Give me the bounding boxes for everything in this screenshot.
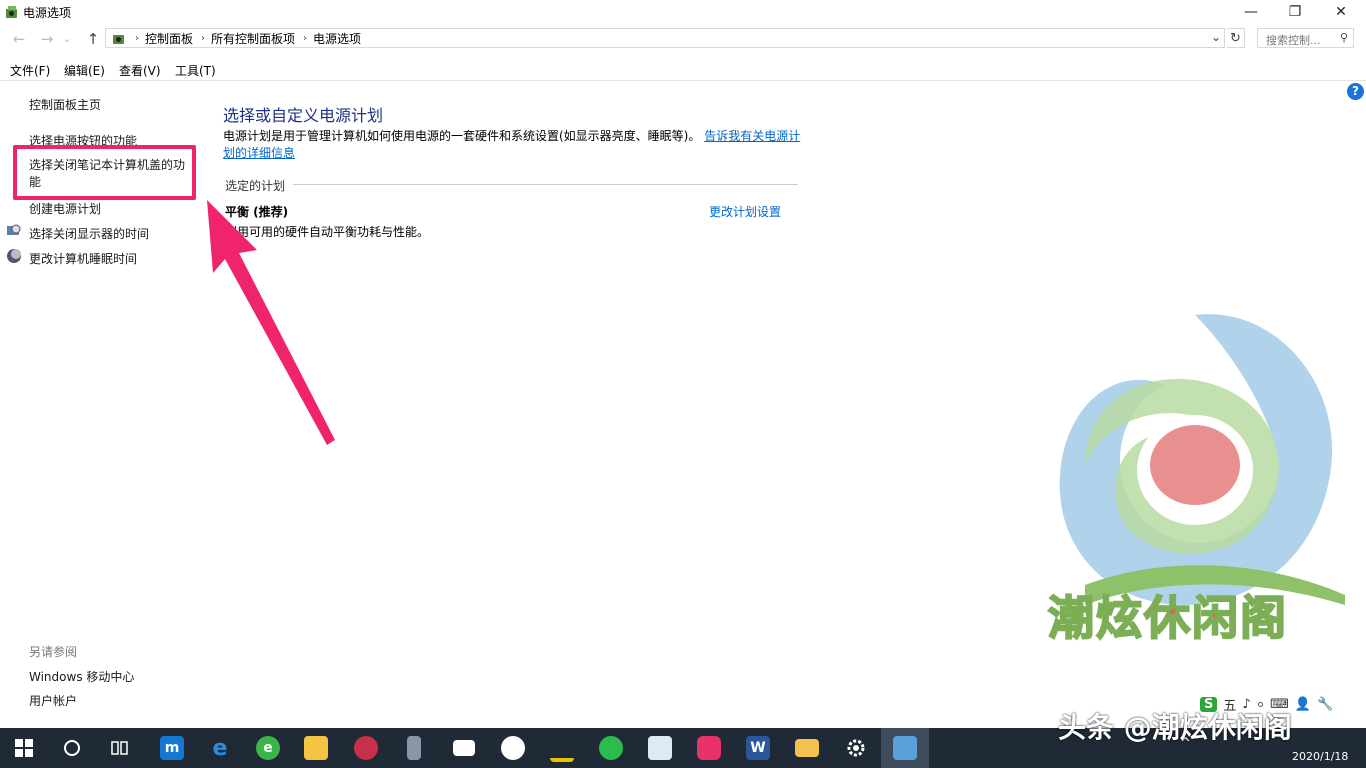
- menu-tools[interactable]: 工具(T): [175, 62, 216, 79]
- app-pink-icon: [697, 736, 721, 760]
- taskbar-app-4[interactable]: [292, 728, 340, 768]
- gear-icon: [847, 739, 865, 757]
- app-yellow-icon: [304, 736, 328, 760]
- taskbar-explorer[interactable]: [783, 728, 831, 768]
- page-description: 电源计划是用于管理计算机如何使用电源的一套硬件和系统设置(如显示器亮度、睡眠等)…: [223, 128, 803, 162]
- folder-icon: [795, 739, 819, 757]
- taskbar-app-5[interactable]: [342, 728, 390, 768]
- breadcrumb-separator: ›: [135, 32, 139, 44]
- app-bottle-icon: [407, 736, 421, 760]
- see-also-mobility-center[interactable]: Windows 移动中心: [29, 668, 134, 685]
- task-view-button[interactable]: [96, 728, 144, 768]
- tray-date[interactable]: 2020/1/18: [1292, 750, 1348, 763]
- edge-icon: e: [212, 735, 228, 761]
- sidebar-item-sleep-time[interactable]: 更改计算机睡眠时间: [29, 250, 137, 267]
- mail-icon: [453, 740, 475, 756]
- see-also-label: 另请参阅: [29, 645, 78, 659]
- selected-plan-label: 选定的计划: [225, 179, 286, 193]
- breadcrumb-control-panel[interactable]: 控制面板: [145, 30, 193, 47]
- task-view-icon: [111, 741, 128, 755]
- taskbar-wechat[interactable]: [587, 728, 635, 768]
- cortana-circle-icon: [64, 740, 80, 756]
- arrow-annotation-icon: [207, 200, 335, 445]
- sidebar-control-panel-home[interactable]: 控制面板主页: [29, 96, 101, 113]
- app-pen-icon: [550, 734, 574, 762]
- app-pinwheel-icon: [501, 736, 525, 760]
- window-title: 电源选项: [23, 6, 72, 20]
- title-bar: [0, 0, 1366, 24]
- menu-file[interactable]: 文件(F): [10, 62, 50, 79]
- search-taskbar-button[interactable]: [48, 728, 96, 768]
- back-button[interactable]: ←: [8, 30, 30, 48]
- help-icon[interactable]: ?: [1347, 83, 1364, 100]
- menu-edit[interactable]: 编辑(E): [64, 62, 105, 79]
- control-panel-icon: [113, 35, 124, 44]
- breadcrumb-separator: ›: [201, 32, 206, 44]
- browser-icon: e: [256, 736, 280, 760]
- sidebar-item-create-plan[interactable]: 创建电源计划: [29, 200, 101, 217]
- taskbar-mail[interactable]: [440, 728, 488, 768]
- taskbar-control-panel[interactable]: [881, 728, 929, 768]
- app-m-icon: m: [160, 736, 184, 760]
- highlight-annotation-box: [13, 145, 196, 200]
- search-icon[interactable]: ⚲: [1340, 31, 1348, 44]
- search-placeholder: 搜索控制...: [1266, 34, 1321, 47]
- app-bird-icon: [648, 736, 672, 760]
- sidebar-item-display-off[interactable]: 选择关闭显示器的时间: [29, 225, 149, 242]
- wechat-icon: [599, 736, 623, 760]
- page-title: 选择或自定义电源计划: [223, 106, 384, 125]
- taskbar-app-12[interactable]: [685, 728, 733, 768]
- start-button[interactable]: [0, 728, 48, 768]
- windows-logo-icon: [15, 739, 33, 757]
- control-panel-taskbar-icon: [893, 736, 917, 760]
- app-red-icon: [354, 736, 378, 760]
- divider: [293, 184, 798, 185]
- taskbar-app-8[interactable]: [489, 728, 537, 768]
- address-dropdown-icon[interactable]: ⌄: [1211, 30, 1221, 44]
- taskbar-app-1[interactable]: m: [148, 728, 196, 768]
- refresh-button[interactable]: ↻: [1227, 28, 1245, 48]
- taskbar-word[interactable]: W: [734, 728, 782, 768]
- menu-view[interactable]: 查看(V): [119, 62, 161, 79]
- taskbar-app-9[interactable]: [538, 728, 586, 768]
- word-icon: W: [746, 736, 770, 760]
- restore-button[interactable]: ❐: [1272, 0, 1318, 24]
- display-icon: [7, 224, 21, 235]
- description-text: 电源计划是用于管理计算机如何使用电源的一套硬件和系统设置(如显示器亮度、睡眠等)…: [223, 129, 701, 143]
- wrench-icon[interactable]: 🔧: [1317, 697, 1333, 712]
- breadcrumb-separator: ›: [303, 32, 308, 44]
- change-plan-settings-link[interactable]: 更改计划设置: [709, 203, 781, 220]
- sleep-moon-icon: [7, 249, 21, 263]
- taskbar-edge[interactable]: e: [196, 728, 244, 768]
- close-button[interactable]: ✕: [1318, 0, 1364, 24]
- forward-button[interactable]: →: [36, 30, 58, 48]
- taskbar-app-6[interactable]: [390, 728, 438, 768]
- taskbar-browser[interactable]: e: [244, 728, 292, 768]
- recent-locations-button[interactable]: ⌄: [60, 30, 74, 48]
- minimize-button[interactable]: —: [1228, 0, 1274, 24]
- search-input[interactable]: 搜索控制... ⚲: [1257, 28, 1354, 48]
- taskbar-app-11[interactable]: [636, 728, 684, 768]
- breadcrumb-all-items[interactable]: 所有控制面板项: [211, 30, 295, 47]
- up-button[interactable]: ↑: [82, 30, 104, 48]
- breadcrumb-power-options[interactable]: 电源选项: [313, 30, 361, 47]
- address-bar[interactable]: › 控制面板 › 所有控制面板项 › 电源选项 ⌄: [105, 28, 1225, 48]
- watermark-corner-text: 头条 @潮炫休闲阁: [1058, 711, 1292, 744]
- see-also-user-accounts[interactable]: 用户帐户: [29, 692, 77, 709]
- user-icon[interactable]: 👤: [1295, 697, 1311, 712]
- taskbar-settings[interactable]: [832, 728, 880, 768]
- power-options-icon: [6, 6, 17, 18]
- watermark-logo-text: 潮炫休闲阁: [1047, 590, 1288, 646]
